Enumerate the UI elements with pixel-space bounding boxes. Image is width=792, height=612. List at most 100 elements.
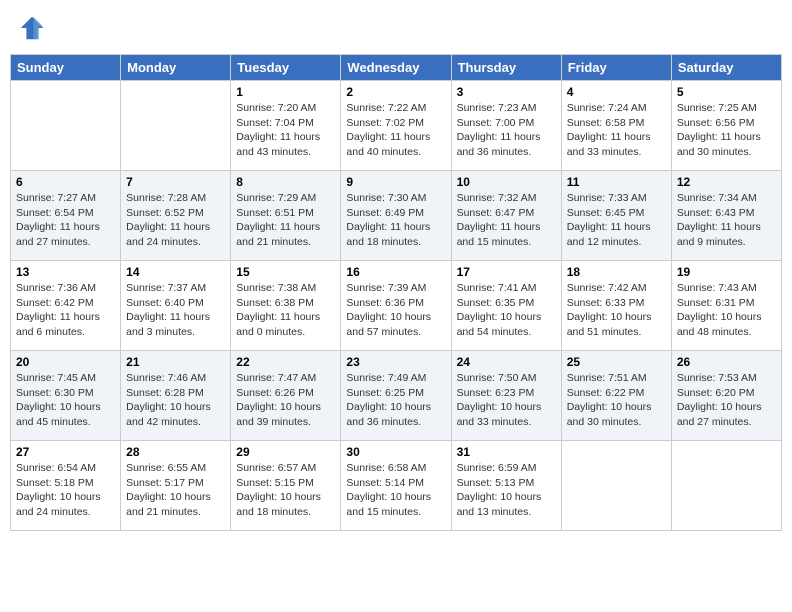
- day-number: 30: [346, 445, 445, 459]
- day-number: 14: [126, 265, 225, 279]
- day-number: 7: [126, 175, 225, 189]
- calendar-cell: [561, 441, 671, 531]
- calendar-cell: 6Sunrise: 7:27 AM Sunset: 6:54 PM Daylig…: [11, 171, 121, 261]
- calendar-cell: 2 Sunrise: 7:22 AM Sunset: 7:02 PM Daylig…: [341, 81, 451, 171]
- day-number: 27: [16, 445, 115, 459]
- day-info: Sunrise: 7:30 AM Sunset: 6:49 PM Dayligh…: [346, 191, 445, 250]
- day-info: Sunrise: 6:54 AM Sunset: 5:18 PM Dayligh…: [16, 461, 115, 520]
- calendar-table: SundayMondayTuesdayWednesdayThursdayFrid…: [10, 54, 782, 531]
- weekday-header-tuesday: Tuesday: [231, 55, 341, 81]
- day-number: 5: [677, 85, 776, 99]
- calendar-cell: 13 Sunrise: 7:36 AM Sunset: 6:42 PM Dayli…: [11, 261, 121, 351]
- day-number: 9: [346, 175, 445, 189]
- day-info: Sunrise: 7:50 AM Sunset: 6:23 PM Dayligh…: [457, 371, 556, 430]
- day-number: 18: [567, 265, 666, 279]
- day-number: 11: [567, 175, 666, 189]
- day-number: 25: [567, 355, 666, 369]
- day-info: Sunrise: 6:58 AM Sunset: 5:14 PM Dayligh…: [346, 461, 445, 520]
- calendar-cell: 5 Sunrise: 7:25 AM Sunset: 6:56 PM Daylig…: [671, 81, 781, 171]
- calendar-cell: 31 Sunrise: 6:59 AM Sunset: 5:13 PM Dayli…: [451, 441, 561, 531]
- calendar-cell: 8 Sunrise: 7:29 AM Sunset: 6:51 PM Daylig…: [231, 171, 341, 261]
- logo: [18, 14, 48, 42]
- day-number: 23: [346, 355, 445, 369]
- day-info: Sunrise: 7:51 AM Sunset: 6:22 PM Dayligh…: [567, 371, 666, 430]
- calendar-cell: 19 Sunrise: 7:43 AM Sunset: 6:31 PM Dayli…: [671, 261, 781, 351]
- weekday-header-friday: Friday: [561, 55, 671, 81]
- day-info: Sunrise: 7:43 AM Sunset: 6:31 PM Dayligh…: [677, 281, 776, 340]
- day-number: 3: [457, 85, 556, 99]
- day-number: 22: [236, 355, 335, 369]
- day-info: Sunrise: 7:33 AM Sunset: 6:45 PM Dayligh…: [567, 191, 666, 250]
- calendar-cell: 16 Sunrise: 7:39 AM Sunset: 6:36 PM Dayli…: [341, 261, 451, 351]
- calendar-cell: 29 Sunrise: 6:57 AM Sunset: 5:15 PM Dayli…: [231, 441, 341, 531]
- day-info: Sunrise: 7:32 AM Sunset: 6:47 PM Dayligh…: [457, 191, 556, 250]
- day-info: Sunrise: 6:59 AM Sunset: 5:13 PM Dayligh…: [457, 461, 556, 520]
- day-info: Sunrise: 7:42 AM Sunset: 6:33 PM Dayligh…: [567, 281, 666, 340]
- calendar-cell: 28 Sunrise: 6:55 AM Sunset: 5:17 PM Dayli…: [121, 441, 231, 531]
- day-number: 31: [457, 445, 556, 459]
- calendar-cell: [11, 81, 121, 171]
- day-info: Sunrise: 7:25 AM Sunset: 6:56 PM Dayligh…: [677, 101, 776, 160]
- day-number: 12: [677, 175, 776, 189]
- day-number: 10: [457, 175, 556, 189]
- day-number: 4: [567, 85, 666, 99]
- calendar-cell: 4 Sunrise: 7:24 AM Sunset: 6:58 PM Daylig…: [561, 81, 671, 171]
- day-number: 29: [236, 445, 335, 459]
- day-info: Sunrise: 7:23 AM Sunset: 7:00 PM Dayligh…: [457, 101, 556, 160]
- calendar-cell: 10 Sunrise: 7:32 AM Sunset: 6:47 PM Dayli…: [451, 171, 561, 261]
- day-number: 16: [346, 265, 445, 279]
- day-info: Sunrise: 7:36 AM Sunset: 6:42 PM Dayligh…: [16, 281, 115, 340]
- day-number: 26: [677, 355, 776, 369]
- day-info: Sunrise: 7:28 AM Sunset: 6:52 PM Dayligh…: [126, 191, 225, 250]
- day-info: Sunrise: 7:34 AM Sunset: 6:43 PM Dayligh…: [677, 191, 776, 250]
- day-info: Sunrise: 7:24 AM Sunset: 6:58 PM Dayligh…: [567, 101, 666, 160]
- weekday-header-monday: Monday: [121, 55, 231, 81]
- day-info: Sunrise: 7:22 AM Sunset: 7:02 PM Dayligh…: [346, 101, 445, 160]
- calendar-cell: 20 Sunrise: 7:45 AM Sunset: 6:30 PM Dayli…: [11, 351, 121, 441]
- calendar-cell: 26 Sunrise: 7:53 AM Sunset: 6:20 PM Dayli…: [671, 351, 781, 441]
- logo-icon: [18, 14, 46, 42]
- calendar-cell: 17 Sunrise: 7:41 AM Sunset: 6:35 PM Dayli…: [451, 261, 561, 351]
- calendar-cell: [121, 81, 231, 171]
- day-info: Sunrise: 7:46 AM Sunset: 6:28 PM Dayligh…: [126, 371, 225, 430]
- day-info: Sunrise: 7:47 AM Sunset: 6:26 PM Dayligh…: [236, 371, 335, 430]
- calendar-cell: 11 Sunrise: 7:33 AM Sunset: 6:45 PM Dayli…: [561, 171, 671, 261]
- day-number: 8: [236, 175, 335, 189]
- day-info: Sunrise: 7:39 AM Sunset: 6:36 PM Dayligh…: [346, 281, 445, 340]
- day-number: 19: [677, 265, 776, 279]
- day-number: 20: [16, 355, 115, 369]
- calendar-cell: 18 Sunrise: 7:42 AM Sunset: 6:33 PM Dayli…: [561, 261, 671, 351]
- day-number: 24: [457, 355, 556, 369]
- day-info: Sunrise: 7:29 AM Sunset: 6:51 PM Dayligh…: [236, 191, 335, 250]
- weekday-header-sunday: Sunday: [11, 55, 121, 81]
- calendar-cell: 12 Sunrise: 7:34 AM Sunset: 6:43 PM Dayli…: [671, 171, 781, 261]
- calendar-cell: 27 Sunrise: 6:54 AM Sunset: 5:18 PM Dayli…: [11, 441, 121, 531]
- calendar-cell: 15 Sunrise: 7:38 AM Sunset: 6:38 PM Dayli…: [231, 261, 341, 351]
- weekday-header-saturday: Saturday: [671, 55, 781, 81]
- day-number: 1: [236, 85, 335, 99]
- calendar-cell: [671, 441, 781, 531]
- calendar-cell: 21 Sunrise: 7:46 AM Sunset: 6:28 PM Dayli…: [121, 351, 231, 441]
- day-info: Sunrise: 7:37 AM Sunset: 6:40 PM Dayligh…: [126, 281, 225, 340]
- day-number: 13: [16, 265, 115, 279]
- calendar-cell: 22 Sunrise: 7:47 AM Sunset: 6:26 PM Dayli…: [231, 351, 341, 441]
- day-info: Sunrise: 7:45 AM Sunset: 6:30 PM Dayligh…: [16, 371, 115, 430]
- day-number: 21: [126, 355, 225, 369]
- day-info: Sunrise: 6:57 AM Sunset: 5:15 PM Dayligh…: [236, 461, 335, 520]
- day-number: 6: [16, 175, 115, 189]
- day-info: Sunrise: 7:20 AM Sunset: 7:04 PM Dayligh…: [236, 101, 335, 160]
- day-number: 2: [346, 85, 445, 99]
- day-number: 15: [236, 265, 335, 279]
- calendar-cell: 14 Sunrise: 7:37 AM Sunset: 6:40 PM Dayli…: [121, 261, 231, 351]
- day-number: 28: [126, 445, 225, 459]
- calendar-cell: 30 Sunrise: 6:58 AM Sunset: 5:14 PM Dayli…: [341, 441, 451, 531]
- calendar-cell: 3 Sunrise: 7:23 AM Sunset: 7:00 PM Daylig…: [451, 81, 561, 171]
- day-info: Sunrise: 7:38 AM Sunset: 6:38 PM Dayligh…: [236, 281, 335, 340]
- day-number: 17: [457, 265, 556, 279]
- weekday-header-wednesday: Wednesday: [341, 55, 451, 81]
- day-info: Sunrise: 7:53 AM Sunset: 6:20 PM Dayligh…: [677, 371, 776, 430]
- day-info: Sunrise: 7:49 AM Sunset: 6:25 PM Dayligh…: [346, 371, 445, 430]
- weekday-header-thursday: Thursday: [451, 55, 561, 81]
- day-info: Sunrise: 6:55 AM Sunset: 5:17 PM Dayligh…: [126, 461, 225, 520]
- day-info: Sunrise: 7:41 AM Sunset: 6:35 PM Dayligh…: [457, 281, 556, 340]
